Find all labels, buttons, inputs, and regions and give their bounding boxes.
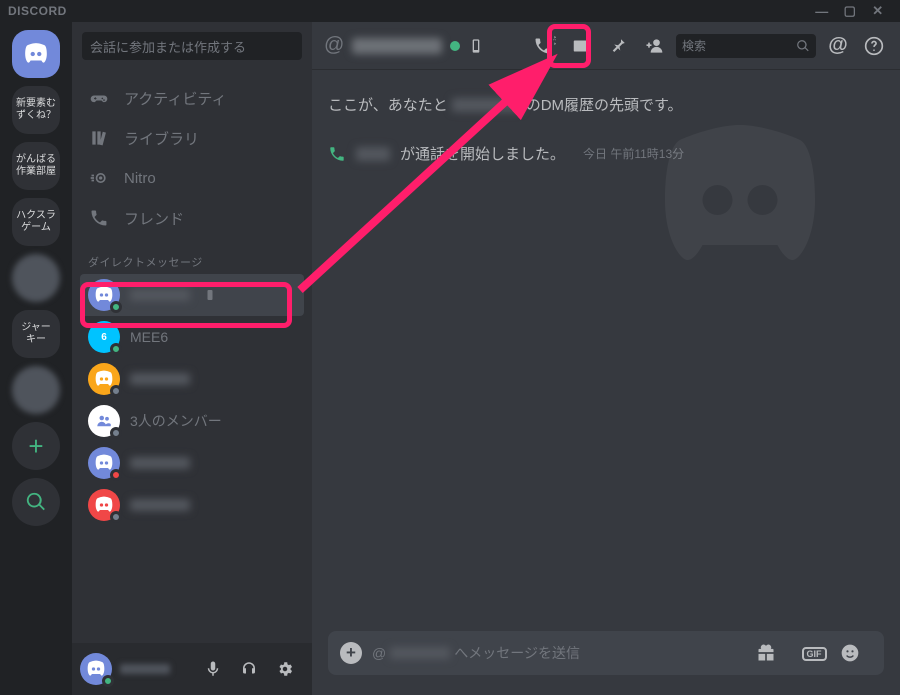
dm-avatar: 6 (88, 321, 120, 353)
start-voice-call-button[interactable] (532, 32, 560, 60)
dm-item[interactable]: 6MEE6 (80, 316, 304, 358)
gamepad-icon (88, 88, 110, 108)
dm-avatar (88, 363, 120, 395)
server-pill[interactable] (12, 366, 60, 414)
dm-item[interactable] (80, 442, 304, 484)
server-pill[interactable]: ハクスラ ゲーム (12, 198, 60, 246)
chat-header: @ 検索 @ (312, 22, 900, 70)
dm-item[interactable]: 3人のメンバー (80, 400, 304, 442)
dm-start-username (452, 98, 522, 112)
quick-switcher-placeholder: 会話に参加または作成する (90, 37, 246, 56)
app-title: DISCORD (8, 4, 67, 18)
phone-icon (328, 145, 346, 163)
dm-item[interactable] (80, 358, 304, 400)
add-server-button[interactable]: + (12, 422, 60, 470)
status-online-dot (450, 41, 460, 51)
status-dot (110, 427, 122, 439)
dm-avatar (88, 279, 120, 311)
status-dot (110, 301, 122, 313)
home-button[interactable] (12, 30, 60, 78)
window-close-button[interactable]: ✕ (864, 3, 892, 19)
self-status-dot (102, 675, 114, 687)
attach-button[interactable]: + (340, 642, 362, 664)
gift-button[interactable] (756, 643, 788, 663)
dm-avatar (88, 447, 120, 479)
call-username (356, 147, 390, 161)
server-pill[interactable]: がんばる 作業部屋 (12, 142, 60, 190)
dm-item[interactable] (80, 484, 304, 526)
dm-section-header: ダイレクトメッセージ (72, 238, 312, 274)
mute-mic-button[interactable] (204, 660, 232, 678)
mobile-icon (468, 38, 484, 54)
emoji-button[interactable] (840, 643, 872, 663)
clyde-watermark-icon (610, 110, 870, 290)
window-maximize-button[interactable]: ▢ (836, 3, 864, 19)
server-pill[interactable] (12, 254, 60, 302)
window-minimize-button[interactable]: — (808, 4, 836, 19)
nav-item-gamepad[interactable]: アクティビティ (80, 78, 304, 118)
nitro-icon (88, 168, 110, 188)
mobile-icon (204, 288, 216, 302)
server-pill[interactable]: ジャー キー (12, 310, 60, 358)
at-icon: @ (324, 34, 344, 57)
server-list: 新要素む ずくね？ がんばる 作業部屋ハクスラ ゲームジャー キー + (0, 22, 72, 695)
nav-item-nitro[interactable]: Nitro (80, 158, 304, 198)
self-avatar[interactable] (80, 653, 112, 685)
server-pill[interactable]: 新要素む ずくね？ (12, 86, 60, 134)
status-dot (110, 385, 122, 397)
gif-button[interactable]: GIF (798, 644, 830, 662)
quick-switcher-input[interactable]: 会話に参加または作成する (82, 32, 302, 60)
dm-list: 6MEE6 3人のメンバー (72, 274, 312, 643)
chat-body: ここが、あなたと のDM履歴の先頭です。 が通話を開始しました。 今日 午前11… (312, 70, 900, 631)
add-friend-button[interactable] (640, 32, 668, 60)
user-settings-button[interactable] (276, 660, 304, 678)
dm-avatar (88, 405, 120, 437)
explore-servers-button[interactable] (12, 478, 60, 526)
deafen-button[interactable] (240, 660, 268, 678)
search-icon (796, 39, 810, 53)
nav-item-friends[interactable]: フレンド (80, 198, 304, 238)
nav-item-library[interactable]: ライブラリ (80, 118, 304, 158)
self-username (120, 664, 170, 674)
help-button[interactable] (860, 32, 888, 60)
status-dot (110, 469, 122, 481)
status-dot (110, 511, 122, 523)
composer-placeholder: @ へメッセージを送信 (372, 643, 746, 663)
dm-avatar (88, 489, 120, 521)
dm-item[interactable] (80, 274, 304, 316)
pinned-messages-button[interactable] (604, 32, 632, 60)
message-composer[interactable]: + @ へメッセージを送信 GIF (328, 631, 884, 675)
search-input[interactable]: 検索 (676, 34, 816, 58)
search-placeholder: 検索 (682, 37, 706, 54)
user-panel (72, 643, 312, 695)
mentions-button[interactable]: @ (824, 32, 852, 60)
friends-icon (88, 208, 110, 228)
chat-header-username (352, 38, 442, 54)
nav-list: アクティビティライブラリNitroフレンド (72, 70, 312, 238)
status-dot (110, 343, 122, 355)
library-icon (88, 128, 110, 148)
start-video-call-button[interactable] (568, 32, 596, 60)
